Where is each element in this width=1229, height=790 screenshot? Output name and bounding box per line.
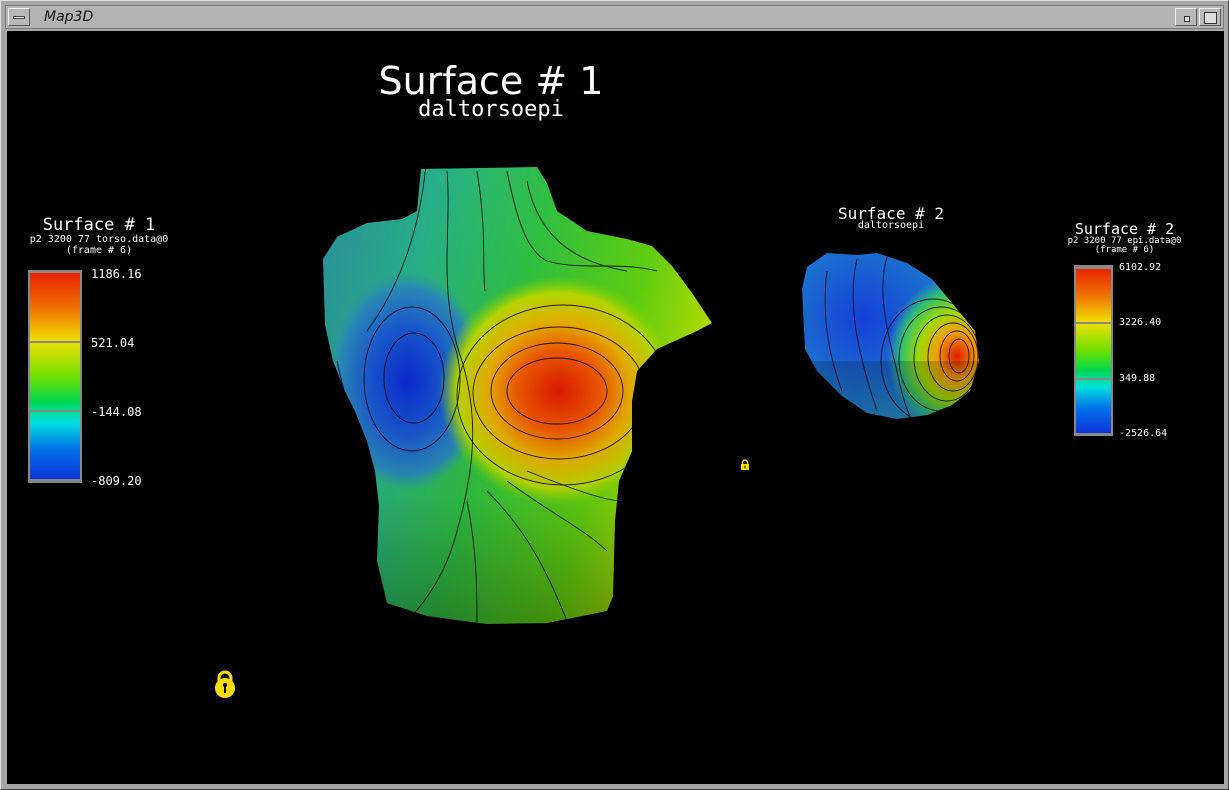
render-canvas[interactable]: Surface # 1 daltorsoepi Surface # 2 dalt… bbox=[7, 31, 1224, 784]
legend1-tick bbox=[28, 410, 80, 412]
legend2-tick bbox=[1074, 378, 1111, 380]
legend2-tick bbox=[1074, 433, 1111, 435]
legend1-tick bbox=[28, 271, 80, 273]
window-title: Map3D bbox=[44, 9, 94, 25]
legend2-tick bbox=[1074, 267, 1111, 269]
lock-icon[interactable] bbox=[740, 459, 750, 471]
legend2-tick-label: 6102.92 bbox=[1119, 262, 1162, 273]
legend1-tick bbox=[28, 341, 80, 343]
epicardium-surface[interactable] bbox=[797, 246, 1027, 436]
legend2-tick-label: 3226.40 bbox=[1119, 317, 1162, 328]
legend1-file: p2 3200 77 torso.data@0 bbox=[29, 234, 169, 245]
torso-surface[interactable] bbox=[307, 151, 727, 641]
minimize-button[interactable] bbox=[1175, 8, 1197, 26]
window-menu-button[interactable] bbox=[8, 8, 30, 26]
menu-icon bbox=[13, 16, 25, 19]
legend1-tick-label: -144.08 bbox=[91, 405, 142, 419]
maximize-icon bbox=[1204, 12, 1217, 24]
legend2-frame: (frame # 6) bbox=[1094, 245, 1155, 255]
legend2-colorbar bbox=[1074, 265, 1113, 436]
legend1-tick-label: 1186.16 bbox=[91, 267, 142, 281]
legend2-tick-label: -2526.64 bbox=[1119, 428, 1168, 439]
map3d-window: Map3D Surface # 1 daltorsoepi Surface # … bbox=[0, 0, 1229, 790]
lock-icon[interactable] bbox=[213, 670, 237, 700]
legend1-tick-label: 521.04 bbox=[91, 336, 135, 350]
legend1-tick bbox=[28, 479, 80, 481]
legend1-frame: (frame # 6) bbox=[65, 245, 133, 256]
legend1-title: Surface # 1 bbox=[42, 215, 156, 235]
legend1-tick-label: -809.20 bbox=[91, 474, 142, 488]
maximize-button[interactable] bbox=[1199, 8, 1221, 26]
legend2-tick bbox=[1074, 322, 1111, 324]
legend1-colorbar bbox=[28, 270, 82, 483]
minimize-icon bbox=[1184, 16, 1190, 22]
surfaces-render[interactable] bbox=[7, 31, 1224, 784]
surface2-subtitle: daltorsoepi bbox=[857, 220, 925, 231]
legend2-tick-label: 349.88 bbox=[1119, 373, 1156, 384]
title-bar[interactable]: Map3D bbox=[5, 5, 1224, 29]
